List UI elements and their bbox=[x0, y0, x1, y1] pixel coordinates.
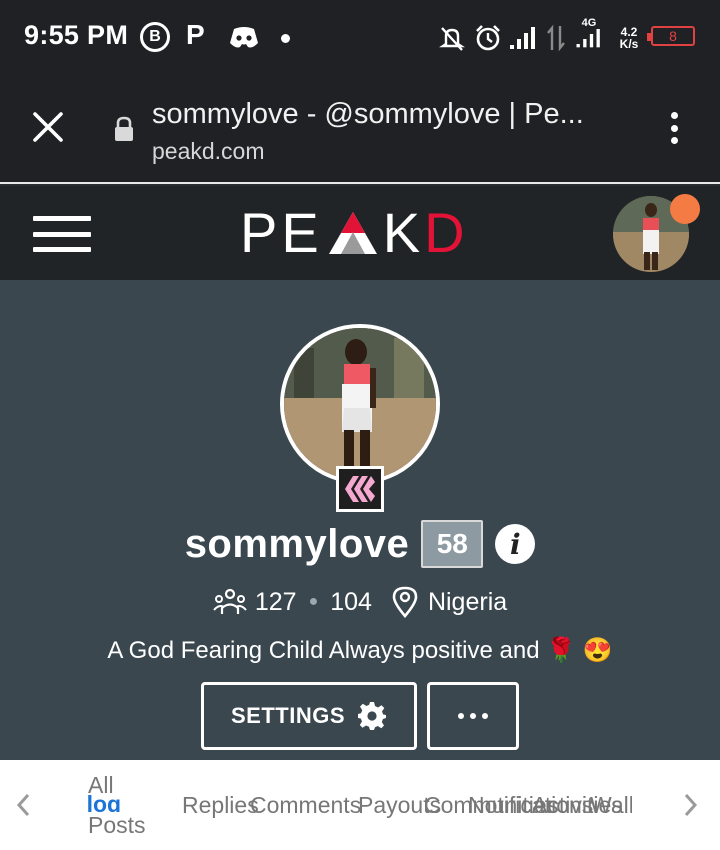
more-button[interactable] bbox=[427, 682, 519, 750]
status-bar: 9:55 PM B P 4G 4.2 K/s 8 bbox=[0, 0, 720, 72]
followers-count[interactable]: 127 bbox=[255, 588, 297, 617]
signal-icon bbox=[508, 22, 538, 54]
profile-header: sommylove 58 i 127 ● 104 Nigeria A God F… bbox=[0, 280, 720, 760]
info-icon[interactable]: i bbox=[495, 524, 536, 564]
close-icon[interactable] bbox=[30, 109, 66, 145]
peakd-a-mark-icon bbox=[328, 212, 377, 254]
mute-icon bbox=[438, 22, 466, 54]
tab-blog[interactable]: All Blog Posts bbox=[88, 772, 148, 838]
settings-button[interactable]: SETTINGS bbox=[201, 682, 417, 750]
more-vert-icon[interactable] bbox=[664, 108, 684, 148]
p-icon: P bbox=[186, 19, 205, 50]
tab-wallet[interactable]: Wallet bbox=[590, 792, 632, 819]
status-dot bbox=[281, 34, 290, 43]
peakd-logo[interactable]: PE K D bbox=[240, 201, 469, 264]
url-domain[interactable]: peakd.com bbox=[152, 138, 265, 165]
alarm-icon bbox=[473, 22, 503, 54]
lock-icon bbox=[114, 116, 134, 142]
battery-level: 8 bbox=[669, 28, 677, 44]
status-time: 9:55 PM bbox=[24, 20, 129, 50]
app-header: PE K D bbox=[0, 186, 720, 280]
profile-about: A God Fearing Child Always positive and … bbox=[107, 637, 613, 664]
menu-icon[interactable] bbox=[33, 216, 91, 252]
settings-label: SETTINGS bbox=[230, 703, 345, 728]
browser-toolbar: sommylove - @sommylove | Pe... peakd.com bbox=[0, 72, 720, 184]
location-icon bbox=[392, 586, 418, 618]
username: sommylove bbox=[184, 521, 410, 566]
b-icon: B bbox=[140, 22, 170, 52]
hive-icon bbox=[336, 466, 384, 512]
chevron-right-icon[interactable] bbox=[684, 792, 698, 824]
signal-4g-icon: 4G bbox=[572, 17, 606, 49]
profile-tabs: All Blog Posts Replies Comments Payouts … bbox=[0, 760, 720, 850]
location-text: Nigeria bbox=[427, 587, 508, 616]
tab-comments[interactable]: Comments bbox=[250, 792, 361, 819]
page-title[interactable]: sommylove - @sommylove | Pe... bbox=[152, 98, 584, 131]
notification-badge[interactable] bbox=[670, 194, 700, 224]
profile-stats: 127 ● 104 Nigeria bbox=[0, 586, 720, 618]
followers-icon bbox=[213, 588, 247, 614]
gear-icon bbox=[358, 702, 386, 730]
chevron-left-icon[interactable] bbox=[16, 792, 30, 824]
following-count[interactable]: 104 bbox=[330, 588, 372, 617]
tab-replies[interactable]: Replies bbox=[182, 792, 259, 819]
data-arrows-icon bbox=[546, 22, 566, 54]
reputation-badge: 58 bbox=[421, 520, 484, 568]
profile-avatar bbox=[280, 324, 440, 484]
discord-icon bbox=[228, 22, 260, 54]
username-row: sommylove 58 i bbox=[0, 520, 720, 568]
network-speed: 4.2 K/s bbox=[619, 25, 639, 51]
battery-icon: 8 bbox=[647, 26, 695, 46]
